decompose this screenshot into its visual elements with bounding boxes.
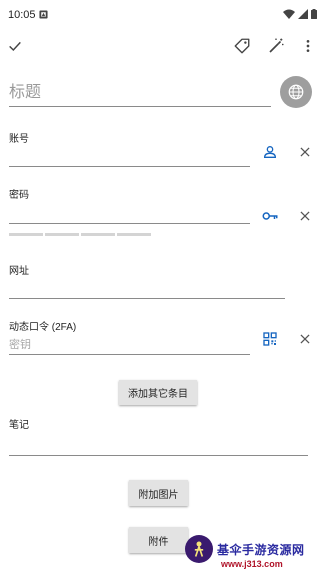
wifi-icon <box>283 9 295 19</box>
generate-button[interactable] <box>264 34 288 58</box>
account-underline <box>9 166 250 167</box>
account-label: 账号 <box>9 134 29 145</box>
icon-picker-button[interactable] <box>280 76 312 108</box>
close-icon <box>300 211 310 221</box>
url-label: 网址 <box>9 266 29 277</box>
tag-icon <box>234 38 250 54</box>
toolbar <box>0 28 325 64</box>
status-icons <box>283 9 317 19</box>
password-underline <box>9 223 250 224</box>
totp-secret-input[interactable] <box>9 336 249 354</box>
strength-segment <box>117 233 151 236</box>
clear-password-button[interactable] <box>295 206 315 226</box>
attachment-button[interactable]: 附件 <box>129 527 188 553</box>
watermark-url: www.j313.com <box>221 559 283 569</box>
account-input[interactable] <box>9 146 249 166</box>
add-field-button[interactable]: 添加其它条目 <box>119 380 197 405</box>
password-input[interactable] <box>9 203 249 223</box>
save-button[interactable] <box>3 34 27 58</box>
url-input[interactable] <box>9 278 283 298</box>
tag-button[interactable] <box>230 34 254 58</box>
watermark-logo: 基伞手游资源网 www.j313.com <box>183 533 325 578</box>
scan-qr-button[interactable] <box>260 329 280 349</box>
status-bar: 10:05 <box>0 0 325 28</box>
close-icon <box>300 334 310 344</box>
status-time: 10:05 <box>8 9 36 21</box>
notification-icon <box>39 10 48 19</box>
notes-label: 笔记 <box>9 420 29 431</box>
strength-segment <box>45 233 79 236</box>
qr-code-icon <box>263 332 277 346</box>
clear-account-button[interactable] <box>295 142 315 162</box>
clear-totp-button[interactable] <box>295 329 315 349</box>
figure-icon <box>194 541 204 557</box>
attach-image-button[interactable]: 附加图片 <box>129 480 188 506</box>
globe-icon <box>288 84 304 100</box>
more-vert-icon <box>306 40 310 52</box>
check-icon <box>9 41 21 52</box>
strength-segment <box>9 233 43 236</box>
url-underline <box>9 298 285 299</box>
watermark-title: 基伞手游资源网 <box>217 543 305 557</box>
password-label: 密码 <box>9 190 29 201</box>
password-strength-meter <box>9 233 151 236</box>
title-input[interactable] <box>9 79 271 107</box>
notes-underline <box>9 455 308 456</box>
signal-icon <box>298 9 308 19</box>
title-row <box>9 76 314 110</box>
generate-password-button[interactable] <box>260 206 280 226</box>
person-icon <box>263 146 277 158</box>
notes-input[interactable] <box>9 432 307 454</box>
battery-icon <box>311 9 317 19</box>
key-icon <box>262 212 278 220</box>
watermark-badge-icon <box>185 535 213 563</box>
more-options-button[interactable] <box>296 34 320 58</box>
select-user-button[interactable] <box>260 142 280 162</box>
close-icon <box>300 147 310 157</box>
strength-segment <box>81 233 115 236</box>
totp-underline <box>9 354 250 355</box>
totp-label: 动态口令 (2FA) <box>9 322 77 333</box>
magic-wand-icon <box>269 38 284 53</box>
